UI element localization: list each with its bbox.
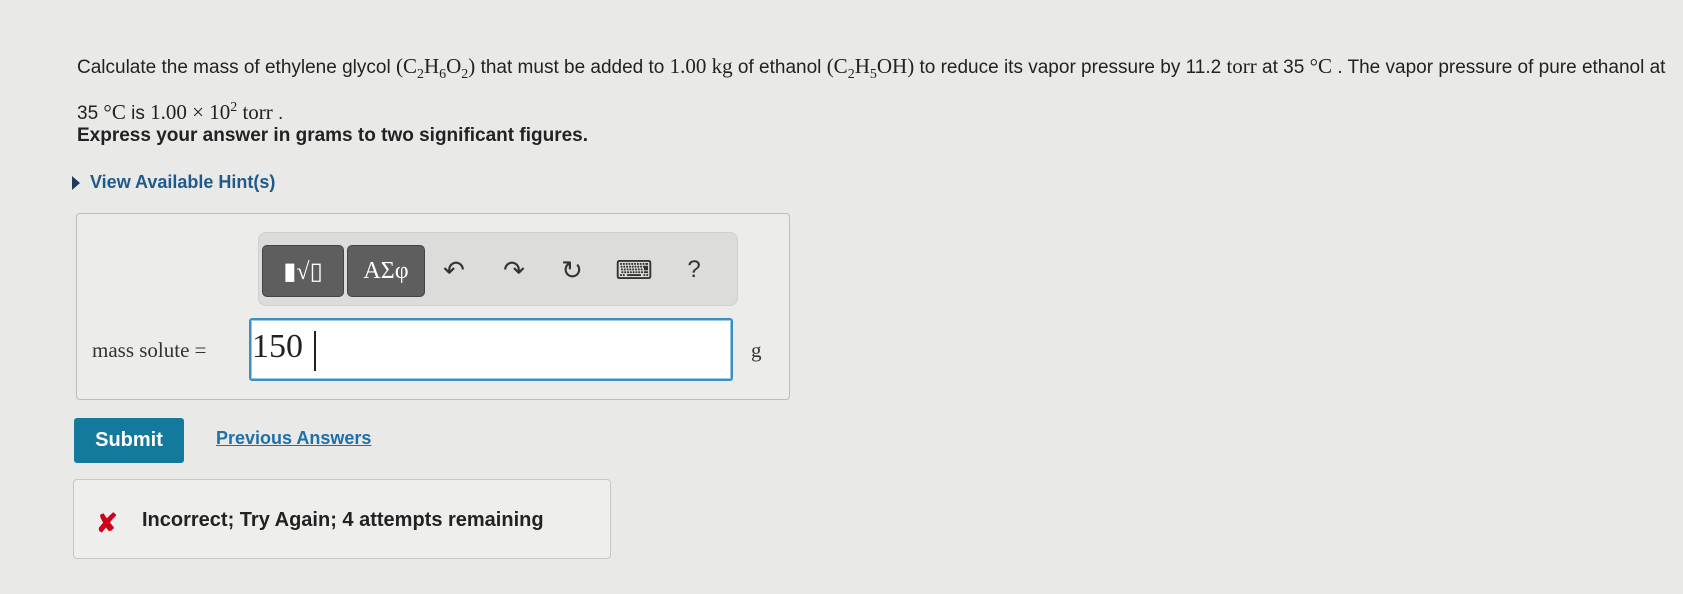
question-part: of ethanol	[732, 57, 827, 78]
answer-input[interactable]	[249, 318, 733, 381]
question-part: that must be added to	[475, 57, 670, 78]
redo-icon[interactable]: ↷	[497, 253, 531, 287]
help-icon[interactable]: ?	[677, 253, 711, 287]
question-part: .	[272, 103, 284, 125]
hints-label: View Available Hint(s)	[90, 172, 276, 192]
reset-icon[interactable]: ↻	[555, 253, 589, 287]
unit-celsius: °C	[103, 100, 126, 125]
feedback-message: Incorrect; Try Again; 4 attempts remaini…	[142, 509, 544, 531]
previous-answers-link[interactable]: Previous Answers	[216, 428, 371, 449]
text-caret	[314, 331, 316, 371]
templates-button[interactable]: ▮√▯	[262, 245, 344, 297]
view-hints-toggle[interactable]: View Available Hint(s)	[72, 172, 275, 193]
symbols-button[interactable]: ΑΣφ	[347, 245, 425, 297]
incorrect-icon: ✘	[96, 508, 118, 538]
answer-unit: g	[751, 338, 762, 362]
formula-ethylene-glycol: (C2H6O2)	[395, 54, 476, 83]
instruction-text: Express your answer in grams to two sign…	[77, 125, 589, 146]
formula-ethanol: (C2H5OH)	[826, 54, 915, 83]
caret-right-icon	[72, 175, 80, 190]
question-part: to reduce its vapor pressure by 11.2	[914, 57, 1227, 78]
answer-label: mass solute =	[92, 338, 207, 362]
answer-value: 150	[252, 328, 303, 365]
pressure-value: 1.00 × 102 torr	[150, 100, 273, 125]
keyboard-icon[interactable]: ⌨	[615, 253, 653, 287]
question-part: at 35	[1256, 57, 1310, 78]
unit-torr: torr	[1226, 54, 1257, 78]
undo-icon[interactable]: ↶	[437, 253, 471, 287]
submit-button[interactable]: Submit	[74, 418, 184, 463]
question-part: Calculate the mass of ethylene glycol	[77, 57, 396, 78]
question-part: is	[125, 103, 151, 125]
question-text: Calculate the mass of ethylene glycol (C…	[77, 50, 1667, 130]
unit-celsius: °C	[1309, 54, 1333, 78]
mass-value: 1.00 kg	[669, 54, 733, 78]
math-toolbar: ▮√▯ ΑΣφ ↶ ↷ ↻ ⌨ ?	[258, 232, 738, 306]
